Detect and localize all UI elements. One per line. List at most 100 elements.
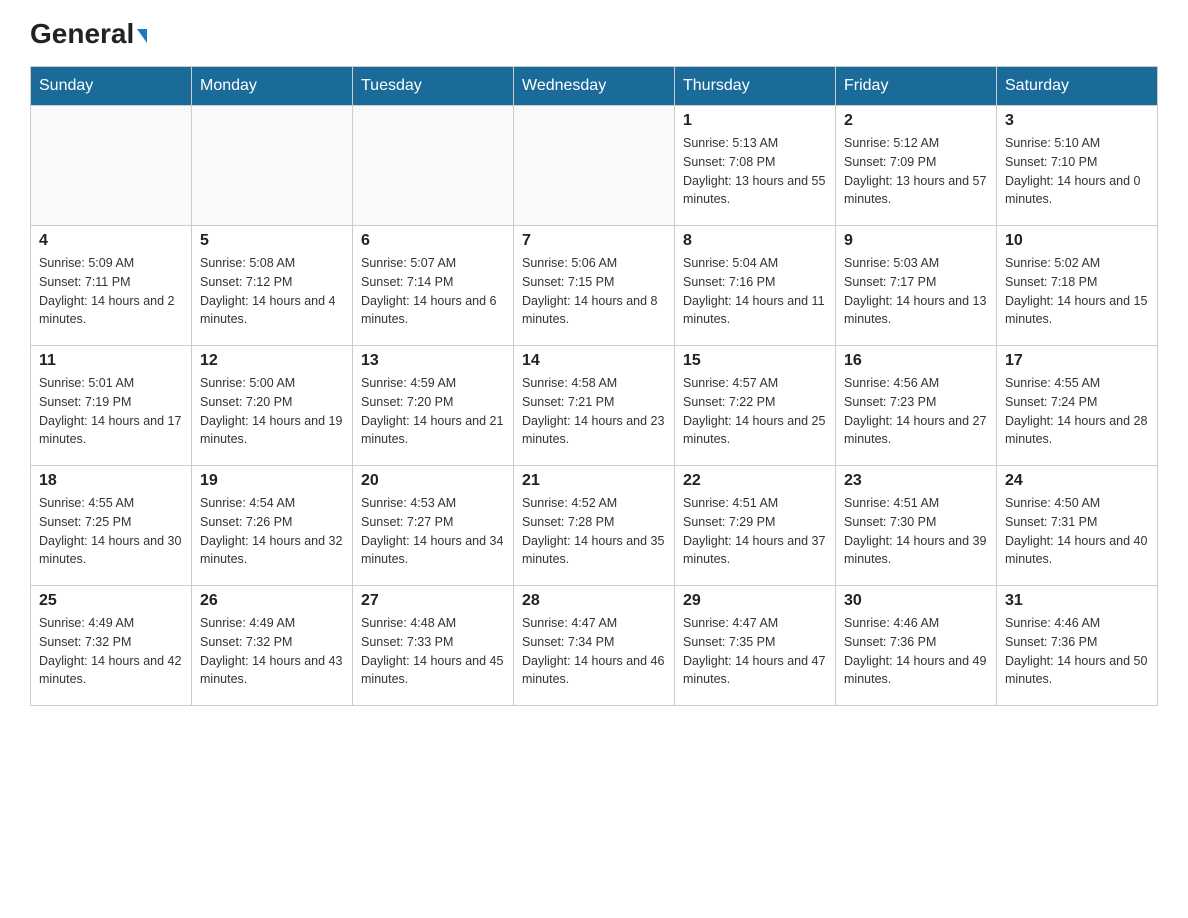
- logo-text-line1: General: [30, 20, 147, 48]
- day-info: Sunrise: 5:12 AMSunset: 7:09 PMDaylight:…: [844, 134, 988, 209]
- day-info: Sunrise: 4:55 AMSunset: 7:24 PMDaylight:…: [1005, 374, 1149, 449]
- calendar-cell: 6Sunrise: 5:07 AMSunset: 7:14 PMDaylight…: [353, 226, 514, 346]
- day-number: 1: [683, 112, 827, 130]
- day-info: Sunrise: 4:48 AMSunset: 7:33 PMDaylight:…: [361, 614, 505, 689]
- day-number: 27: [361, 592, 505, 610]
- calendar-cell: [353, 106, 514, 226]
- calendar-table: SundayMondayTuesdayWednesdayThursdayFrid…: [30, 66, 1158, 706]
- day-number: 7: [522, 232, 666, 250]
- day-number: 28: [522, 592, 666, 610]
- weekday-header-tuesday: Tuesday: [353, 67, 514, 106]
- weekday-header-wednesday: Wednesday: [514, 67, 675, 106]
- calendar-cell: 2 Sunrise: 5:12 AMSunset: 7:09 PMDaylight…: [836, 106, 997, 226]
- week-row-4: 18Sunrise: 4:55 AMSunset: 7:25 PMDayligh…: [31, 466, 1158, 586]
- day-info: Sunrise: 4:53 AMSunset: 7:27 PMDaylight:…: [361, 494, 505, 569]
- day-info: Sunrise: 5:03 AMSunset: 7:17 PMDaylight:…: [844, 254, 988, 329]
- day-number: 17: [1005, 352, 1149, 370]
- day-info: Sunrise: 5:04 AMSunset: 7:16 PMDaylight:…: [683, 254, 827, 329]
- week-row-1: 1 Sunrise: 5:13 AMSunset: 7:08 PMDaylight…: [31, 106, 1158, 226]
- weekday-header-monday: Monday: [192, 67, 353, 106]
- weekday-header-thursday: Thursday: [675, 67, 836, 106]
- day-info: Sunrise: 5:13 AMSunset: 7:08 PMDaylight:…: [683, 134, 827, 209]
- calendar-cell: 28 Sunrise: 4:47 AMSunset: 7:34 PMDayligh…: [514, 586, 675, 706]
- day-number: 19: [200, 472, 344, 490]
- day-info: Sunrise: 4:46 AMSunset: 7:36 PMDaylight:…: [844, 614, 988, 689]
- day-info: Sunrise: 4:50 AMSunset: 7:31 PMDaylight:…: [1005, 494, 1149, 569]
- week-row-5: 25Sunrise: 4:49 AMSunset: 7:32 PMDayligh…: [31, 586, 1158, 706]
- calendar-cell: 31 Sunrise: 4:46 AMSunset: 7:36 PMDayligh…: [997, 586, 1158, 706]
- day-info: Sunrise: 4:47 AMSunset: 7:35 PMDaylight:…: [683, 614, 827, 689]
- calendar-cell: 4 Sunrise: 5:09 AMSunset: 7:11 PMDaylight…: [31, 226, 192, 346]
- day-number: 30: [844, 592, 988, 610]
- day-info: Sunrise: 4:51 AMSunset: 7:30 PMDaylight:…: [844, 494, 988, 569]
- calendar-cell: 3 Sunrise: 5:10 AMSunset: 7:10 PMDaylight…: [997, 106, 1158, 226]
- day-info: Sunrise: 4:46 AMSunset: 7:36 PMDaylight:…: [1005, 614, 1149, 689]
- calendar-cell: 10 Sunrise: 5:02 AMSunset: 7:18 PMDayligh…: [997, 226, 1158, 346]
- day-number: 15: [683, 352, 827, 370]
- calendar-cell: 21 Sunrise: 4:52 AMSunset: 7:28 PMDayligh…: [514, 466, 675, 586]
- calendar-cell: [31, 106, 192, 226]
- day-number: 24: [1005, 472, 1149, 490]
- day-info: Sunrise: 4:58 AMSunset: 7:21 PMDaylight:…: [522, 374, 666, 449]
- calendar-cell: 27 Sunrise: 4:48 AMSunset: 7:33 PMDayligh…: [353, 586, 514, 706]
- calendar-cell: 17 Sunrise: 4:55 AMSunset: 7:24 PMDayligh…: [997, 346, 1158, 466]
- calendar-cell: 16Sunrise: 4:56 AMSunset: 7:23 PMDayligh…: [836, 346, 997, 466]
- calendar-cell: 26Sunrise: 4:49 AMSunset: 7:32 PMDayligh…: [192, 586, 353, 706]
- calendar-cell: 30 Sunrise: 4:46 AMSunset: 7:36 PMDayligh…: [836, 586, 997, 706]
- calendar-cell: 19Sunrise: 4:54 AMSunset: 7:26 PMDayligh…: [192, 466, 353, 586]
- calendar-cell: 25Sunrise: 4:49 AMSunset: 7:32 PMDayligh…: [31, 586, 192, 706]
- page-header: General: [30, 20, 1158, 46]
- weekday-header-saturday: Saturday: [997, 67, 1158, 106]
- calendar-cell: [514, 106, 675, 226]
- day-info: Sunrise: 4:57 AMSunset: 7:22 PMDaylight:…: [683, 374, 827, 449]
- day-info: Sunrise: 4:51 AMSunset: 7:29 PMDaylight:…: [683, 494, 827, 569]
- calendar-cell: 13 Sunrise: 4:59 AMSunset: 7:20 PMDayligh…: [353, 346, 514, 466]
- weekday-header-row: SundayMondayTuesdayWednesdayThursdayFrid…: [31, 67, 1158, 106]
- day-number: 21: [522, 472, 666, 490]
- week-row-3: 11 Sunrise: 5:01 AMSunset: 7:19 PMDayligh…: [31, 346, 1158, 466]
- day-number: 14: [522, 352, 666, 370]
- day-number: 31: [1005, 592, 1149, 610]
- day-info: Sunrise: 4:47 AMSunset: 7:34 PMDaylight:…: [522, 614, 666, 689]
- day-info: Sunrise: 4:56 AMSunset: 7:23 PMDaylight:…: [844, 374, 988, 449]
- calendar-cell: 15 Sunrise: 4:57 AMSunset: 7:22 PMDayligh…: [675, 346, 836, 466]
- day-number: 10: [1005, 232, 1149, 250]
- day-number: 3: [1005, 112, 1149, 130]
- day-info: Sunrise: 4:52 AMSunset: 7:28 PMDaylight:…: [522, 494, 666, 569]
- day-number: 18: [39, 472, 183, 490]
- calendar-cell: 18Sunrise: 4:55 AMSunset: 7:25 PMDayligh…: [31, 466, 192, 586]
- weekday-header-friday: Friday: [836, 67, 997, 106]
- day-info: Sunrise: 5:10 AMSunset: 7:10 PMDaylight:…: [1005, 134, 1149, 209]
- calendar-cell: 8 Sunrise: 5:04 AMSunset: 7:16 PMDaylight…: [675, 226, 836, 346]
- day-number: 11: [39, 352, 183, 370]
- calendar-cell: 22 Sunrise: 4:51 AMSunset: 7:29 PMDayligh…: [675, 466, 836, 586]
- week-row-2: 4 Sunrise: 5:09 AMSunset: 7:11 PMDaylight…: [31, 226, 1158, 346]
- day-number: 20: [361, 472, 505, 490]
- day-number: 22: [683, 472, 827, 490]
- day-number: 2: [844, 112, 988, 130]
- day-info: Sunrise: 5:09 AMSunset: 7:11 PMDaylight:…: [39, 254, 183, 329]
- day-info: Sunrise: 4:49 AMSunset: 7:32 PMDaylight:…: [200, 614, 344, 689]
- logo: General: [30, 20, 147, 46]
- day-number: 4: [39, 232, 183, 250]
- calendar-cell: 7 Sunrise: 5:06 AMSunset: 7:15 PMDaylight…: [514, 226, 675, 346]
- calendar-cell: 12Sunrise: 5:00 AMSunset: 7:20 PMDayligh…: [192, 346, 353, 466]
- calendar-cell: 20 Sunrise: 4:53 AMSunset: 7:27 PMDayligh…: [353, 466, 514, 586]
- day-info: Sunrise: 5:07 AMSunset: 7:14 PMDaylight:…: [361, 254, 505, 329]
- day-info: Sunrise: 4:59 AMSunset: 7:20 PMDaylight:…: [361, 374, 505, 449]
- day-info: Sunrise: 5:00 AMSunset: 7:20 PMDaylight:…: [200, 374, 344, 449]
- calendar-cell: 1 Sunrise: 5:13 AMSunset: 7:08 PMDaylight…: [675, 106, 836, 226]
- day-info: Sunrise: 5:01 AMSunset: 7:19 PMDaylight:…: [39, 374, 183, 449]
- calendar-cell: 11 Sunrise: 5:01 AMSunset: 7:19 PMDayligh…: [31, 346, 192, 466]
- day-info: Sunrise: 5:08 AMSunset: 7:12 PMDaylight:…: [200, 254, 344, 329]
- day-number: 13: [361, 352, 505, 370]
- calendar-cell: 24 Sunrise: 4:50 AMSunset: 7:31 PMDayligh…: [997, 466, 1158, 586]
- calendar-cell: 29Sunrise: 4:47 AMSunset: 7:35 PMDayligh…: [675, 586, 836, 706]
- weekday-header-sunday: Sunday: [31, 67, 192, 106]
- day-info: Sunrise: 5:06 AMSunset: 7:15 PMDaylight:…: [522, 254, 666, 329]
- calendar-cell: [192, 106, 353, 226]
- day-info: Sunrise: 5:02 AMSunset: 7:18 PMDaylight:…: [1005, 254, 1149, 329]
- day-number: 8: [683, 232, 827, 250]
- day-number: 5: [200, 232, 344, 250]
- logo-triangle-icon: [137, 29, 147, 43]
